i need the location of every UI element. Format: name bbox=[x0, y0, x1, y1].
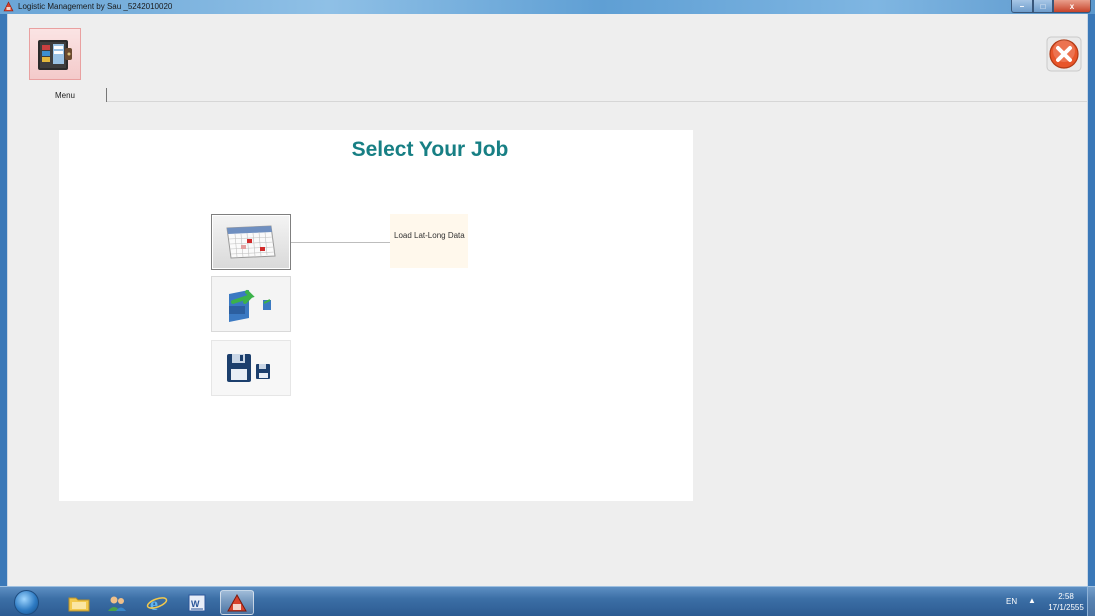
close-window-button[interactable]: x bbox=[1053, 0, 1091, 13]
exit-button[interactable] bbox=[1046, 36, 1082, 72]
window-title-bar[interactable]: Logistic Management by Sau _5242010020 –… bbox=[0, 0, 1095, 14]
taskbar-contacts[interactable] bbox=[100, 590, 134, 615]
svg-text:W: W bbox=[191, 599, 200, 609]
taskbar-word[interactable]: W bbox=[180, 590, 214, 615]
window-title: Logistic Management by Sau _5242010020 bbox=[18, 2, 173, 11]
panel-title: Select Your Job bbox=[351, 138, 509, 161]
folder-icon bbox=[68, 597, 90, 611]
job-tooltip: Load Lat-Long Data bbox=[390, 214, 468, 268]
show-desktop-button[interactable] bbox=[1087, 587, 1095, 616]
people-icon bbox=[108, 596, 126, 611]
taskbar: e W EN ▲ 2:58 17/1/2555 bbox=[0, 586, 1095, 616]
svg-text:e: e bbox=[150, 594, 158, 613]
tray-expand-arrow[interactable]: ▲ bbox=[1028, 596, 1036, 605]
tab-menu[interactable]: Menu bbox=[23, 90, 107, 102]
load-lat-long-button[interactable] bbox=[211, 214, 291, 270]
tab-divider bbox=[106, 88, 107, 102]
taskbar-explorer[interactable] bbox=[62, 590, 96, 615]
word-icon: W bbox=[188, 594, 206, 611]
minimize-button[interactable]: – bbox=[1011, 0, 1033, 13]
calendar-icon bbox=[226, 225, 276, 259]
taskbar-logistic-app[interactable] bbox=[220, 590, 254, 615]
ribbon-baseline bbox=[107, 101, 1087, 102]
menu-ribbon-button[interactable] bbox=[29, 28, 81, 80]
clock-date: 17/1/2555 bbox=[1048, 603, 1084, 612]
save-data-button[interactable] bbox=[211, 340, 291, 396]
system-clock[interactable]: 2:58 17/1/2555 bbox=[1043, 591, 1089, 613]
logistic-app-icon bbox=[227, 593, 247, 611]
job-selection-panel: Select Your Job Load Lat-Long Data bbox=[59, 130, 693, 501]
tooltip-connector bbox=[291, 242, 391, 243]
floppy-disk-icon bbox=[227, 354, 270, 382]
transfer-data-button[interactable] bbox=[211, 276, 291, 332]
wallet-icon bbox=[38, 40, 72, 70]
maximize-button[interactable]: □ bbox=[1033, 0, 1053, 13]
start-button[interactable] bbox=[14, 590, 39, 615]
internet-explorer-icon: e bbox=[146, 594, 168, 613]
main-window: Menu Select Your Job Load Lat-Long Data bbox=[7, 14, 1088, 586]
clock-time: 2:58 bbox=[1058, 592, 1074, 601]
language-indicator[interactable]: EN bbox=[1006, 597, 1017, 606]
transfer-arrow-icon bbox=[229, 290, 271, 322]
taskbar-internet-explorer[interactable]: e bbox=[140, 590, 174, 615]
app-icon bbox=[3, 1, 14, 12]
